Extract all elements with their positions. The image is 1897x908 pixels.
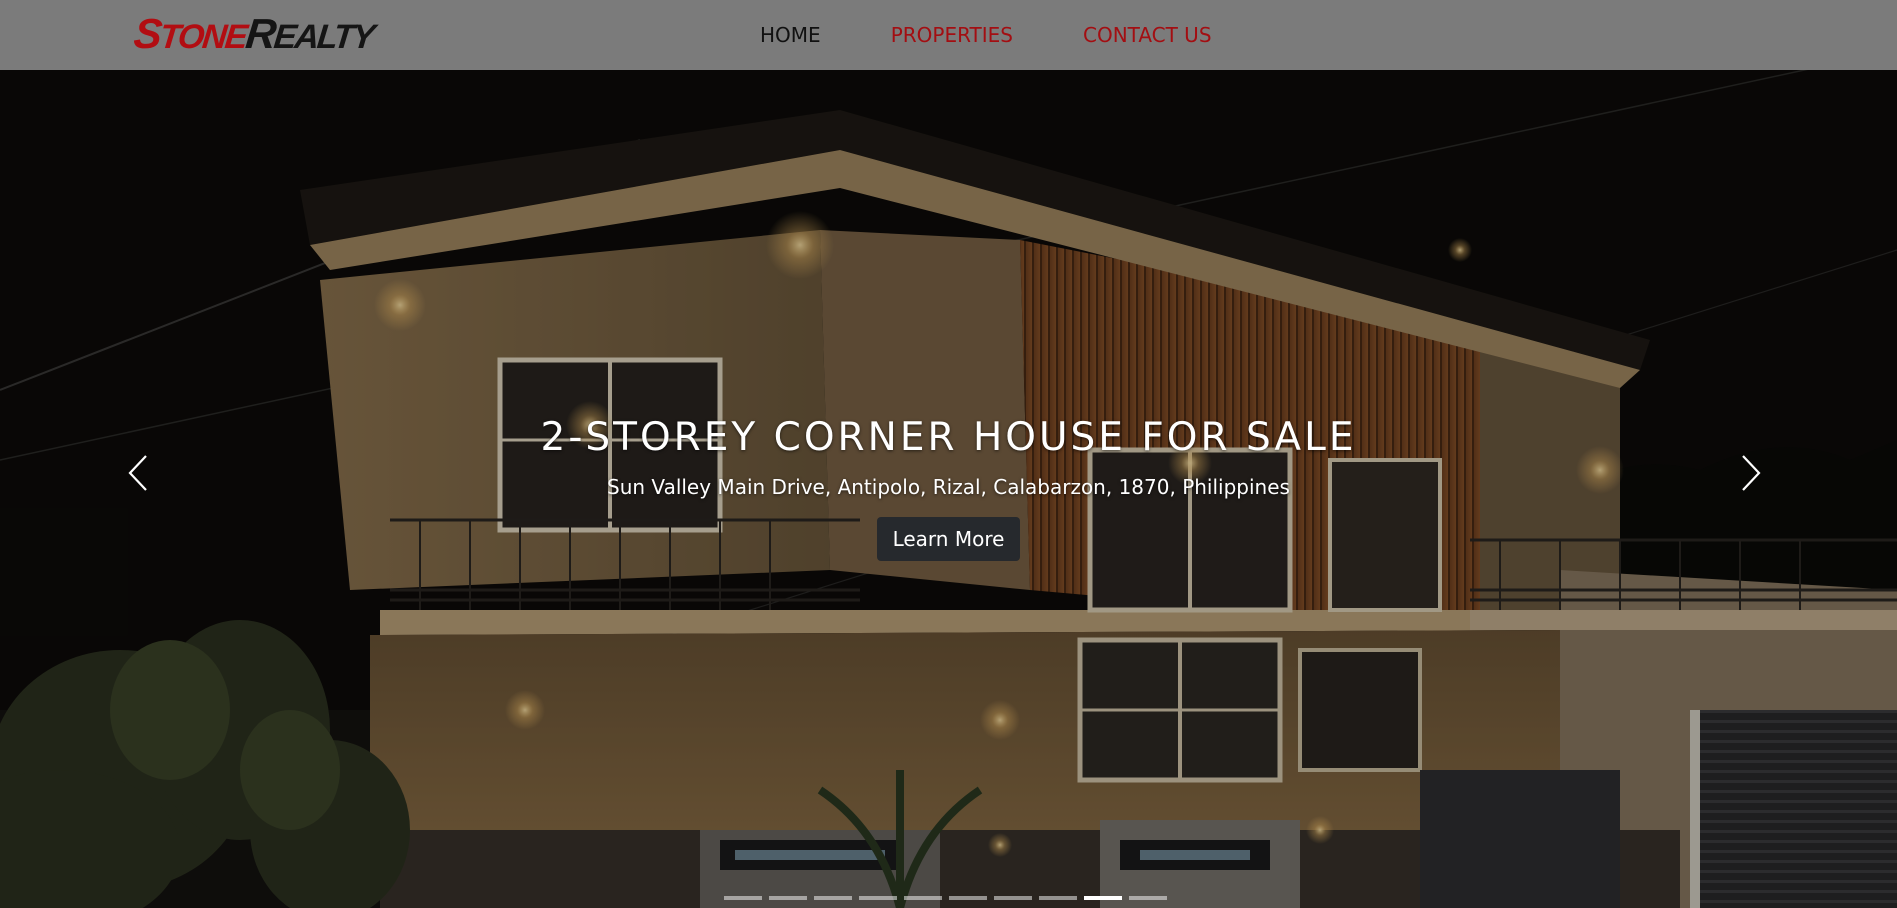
carousel-indicator[interactable]: [769, 896, 807, 900]
nav-home-link[interactable]: HOME: [760, 22, 821, 48]
carousel-caption: 2-STOREY CORNER HOUSE FOR SALE Sun Valle…: [0, 414, 1897, 561]
carousel-indicator[interactable]: [949, 896, 987, 900]
carousel-indicator[interactable]: [904, 896, 942, 900]
carousel-indicator[interactable]: [859, 896, 897, 900]
carousel-indicator[interactable]: [724, 896, 762, 900]
property-address: Sun Valley Main Drive, Antipolo, Rizal, …: [607, 475, 1290, 499]
carousel-indicator[interactable]: [994, 896, 1032, 900]
hero-carousel: 2-STOREY CORNER HOUSE FOR SALE Sun Valle…: [0, 70, 1897, 908]
main-nav: HOME PROPERTIES CONTACT US: [760, 22, 1212, 48]
brand-logo[interactable]: STONE REALTY: [131, 10, 376, 59]
nav-contact-link[interactable]: CONTACT US: [1083, 22, 1212, 48]
carousel-indicators: [724, 896, 1167, 900]
nav-properties-link[interactable]: PROPERTIES: [891, 22, 1013, 48]
carousel-indicator[interactable]: [1039, 896, 1077, 900]
carousel-indicator[interactable]: [1129, 896, 1167, 900]
property-title: 2-STOREY CORNER HOUSE FOR SALE: [540, 415, 1357, 460]
navbar: STONE REALTY HOME PROPERTIES CONTACT US: [0, 0, 1897, 70]
carousel-indicator[interactable]: [1084, 896, 1122, 900]
carousel-indicator[interactable]: [814, 896, 852, 900]
brand-logo-part1: STONE: [131, 10, 248, 57]
brand-logo-part2: REALTY: [243, 10, 375, 57]
learn-more-button[interactable]: Learn More: [876, 517, 1021, 561]
